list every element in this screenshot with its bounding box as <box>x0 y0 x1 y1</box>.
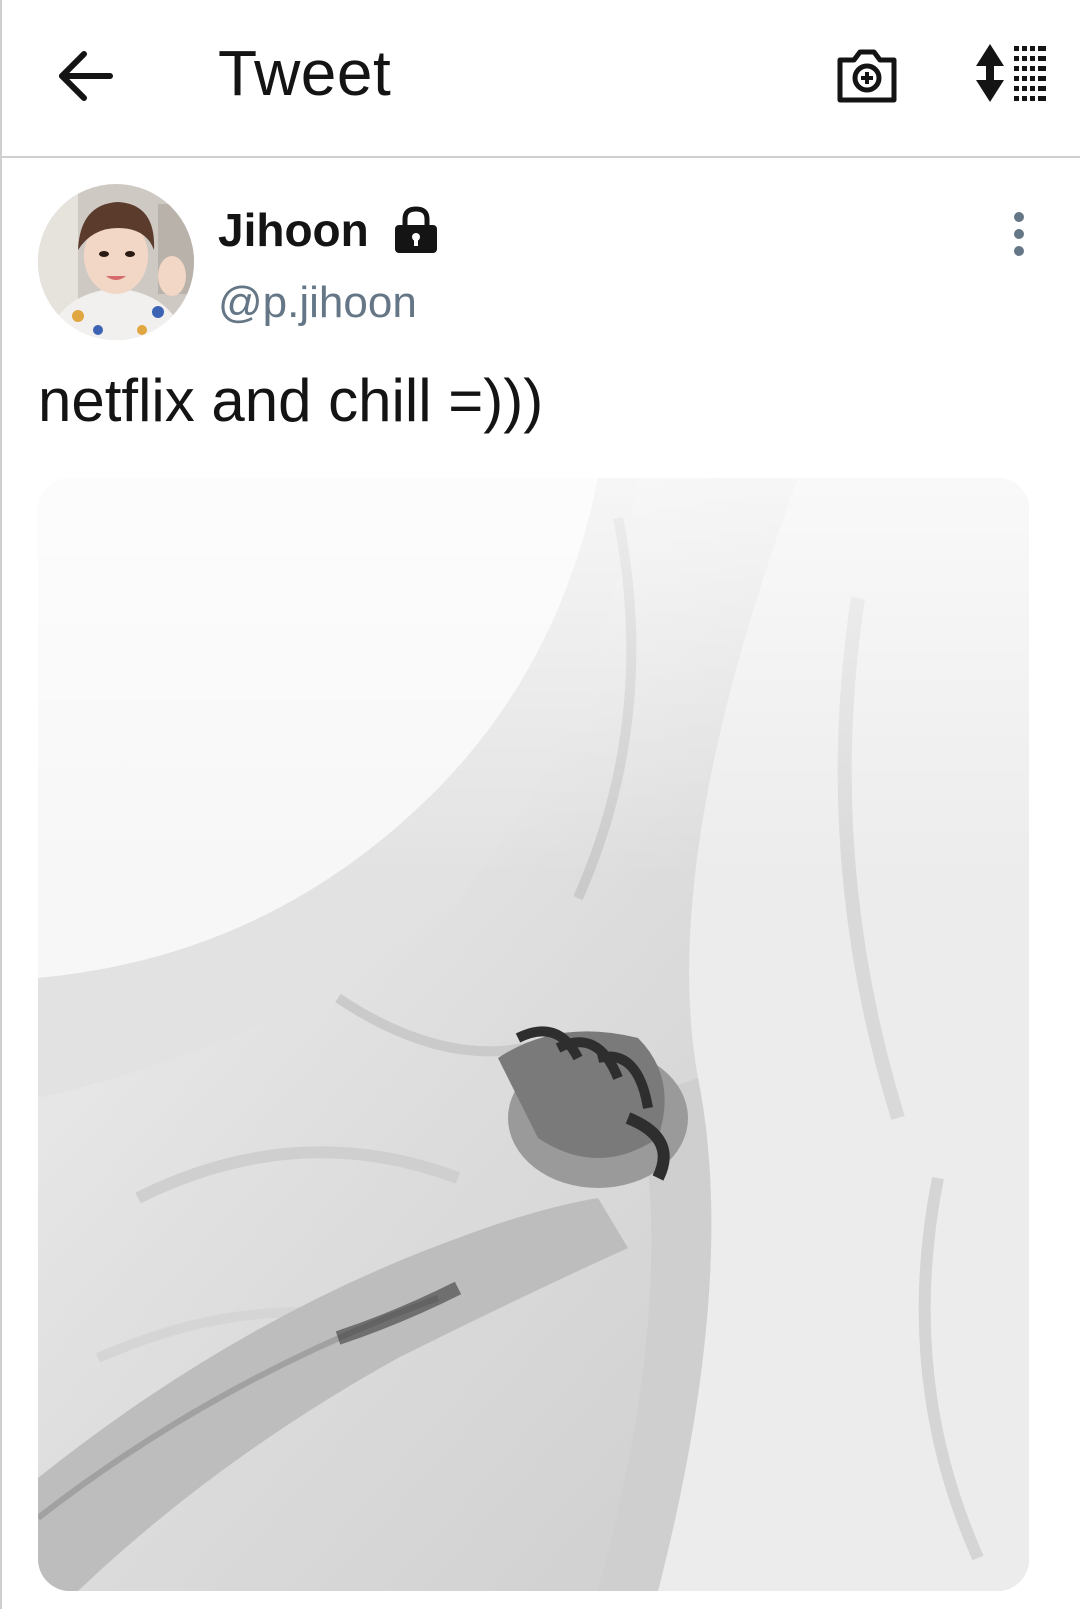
tweet-media-photo[interactable] <box>38 478 1029 1591</box>
top-app-bar: Tweet <box>2 0 1080 158</box>
photo-image <box>38 478 1029 1591</box>
avatar-photo <box>38 184 194 340</box>
author-handle[interactable]: @p.jihoon <box>218 278 417 328</box>
vertical-dots-icon <box>1014 212 1024 256</box>
tweet-text: netflix and chill =))) <box>38 367 544 434</box>
arrow-left-icon <box>59 51 113 101</box>
lock-icon <box>391 205 441 255</box>
camera-plus-icon <box>837 49 897 103</box>
camera-button[interactable] <box>834 40 900 106</box>
author-display-name: Jihoon <box>218 204 369 256</box>
sort-button[interactable] <box>972 40 1050 106</box>
author-avatar[interactable] <box>38 184 194 340</box>
more-options-button[interactable] <box>1002 210 1036 258</box>
author-name-row[interactable]: Jihoon <box>218 200 441 260</box>
back-button[interactable] <box>52 42 120 110</box>
tweet-detail-screen: Tweet Jihoon @p.jihoon netflix and chill… <box>0 0 1080 1609</box>
sort-list-icon <box>976 44 1046 102</box>
page-title: Tweet <box>218 37 392 109</box>
